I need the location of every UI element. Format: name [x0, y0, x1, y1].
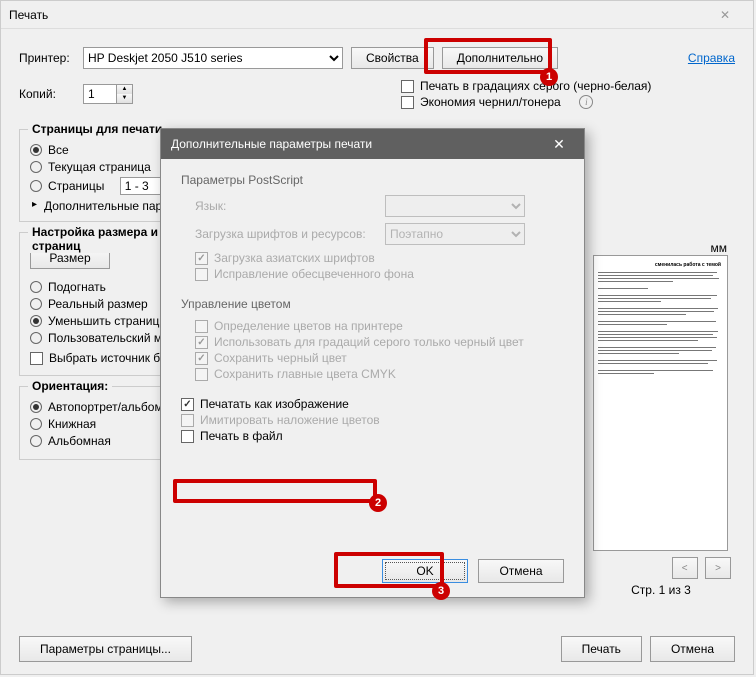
sub-close-icon[interactable]: ✕ [544, 136, 574, 153]
page-setup-button[interactable]: Параметры страницы... [19, 636, 192, 662]
preview-heading: сменилась работа с темой [598, 260, 723, 270]
sub-cancel-button[interactable]: Отмена [478, 559, 564, 583]
fontload-label: Загрузка шрифтов и ресурсов: [195, 227, 375, 241]
asian-checkbox [195, 252, 208, 265]
inksave-label: Экономия чернил/тонера [420, 95, 561, 109]
spinner-up-icon[interactable]: ▲ [117, 85, 132, 94]
pages-all-radio[interactable] [30, 144, 42, 156]
fit-radio[interactable] [30, 281, 42, 293]
titlebar: Печать ✕ [1, 1, 753, 29]
preview-page: сменилась работа с темой [593, 255, 728, 551]
c4-checkbox [195, 368, 208, 381]
spinner-down-icon[interactable]: ▼ [117, 94, 132, 103]
lang-label: Язык: [195, 199, 375, 213]
c1-checkbox [195, 320, 208, 333]
grayscale-checkbox[interactable] [401, 80, 414, 93]
preview-area: мм сменилась работа с темой < > Стр. 1 и… [591, 241, 731, 597]
properties-button[interactable]: Свойства [351, 47, 434, 69]
color-group: Управление цветом [181, 297, 564, 311]
pages-current-radio[interactable] [30, 161, 42, 173]
advanced-print-dialog: Дополнительные параметры печати ✕ Параме… [160, 128, 585, 598]
real-radio[interactable] [30, 298, 42, 310]
lang-select [385, 195, 525, 217]
orient-landscape-radio[interactable] [30, 435, 42, 447]
grayscale-label: Печать в градациях серого (черно-белая) [420, 79, 651, 93]
close-icon[interactable]: ✕ [705, 1, 745, 29]
help-link[interactable]: Справка [688, 51, 735, 65]
c2-checkbox [195, 336, 208, 349]
custom-radio[interactable] [30, 332, 42, 344]
print-button[interactable]: Печать [561, 636, 642, 662]
copies-spinner[interactable]: ▲▼ [83, 84, 133, 104]
orient-portrait-radio[interactable] [30, 418, 42, 430]
bgfix-checkbox [195, 268, 208, 281]
overlay-checkbox [181, 414, 194, 427]
preview-prev-button[interactable]: < [672, 557, 698, 579]
sub-ok-button[interactable]: OK [382, 559, 468, 583]
pages-range-input[interactable] [120, 177, 164, 195]
printer-select[interactable]: HP Deskjet 2050 J510 series [83, 47, 343, 69]
preview-status: Стр. 1 из 3 [591, 583, 731, 597]
sub-title: Дополнительные параметры печати [171, 137, 372, 151]
print-to-file-checkbox[interactable] [181, 430, 194, 443]
c3-checkbox [195, 352, 208, 365]
pages-legend: Страницы для печати [28, 122, 166, 136]
cancel-button[interactable]: Отмена [650, 636, 735, 662]
advanced-button[interactable]: Дополнительно [442, 47, 558, 69]
printer-label: Принтер: [19, 51, 75, 65]
sub-titlebar: Дополнительные параметры печати ✕ [161, 129, 584, 159]
inksave-checkbox[interactable] [401, 96, 414, 109]
preview-unit: мм [711, 241, 728, 255]
source-checkbox[interactable] [30, 352, 43, 365]
copies-input[interactable] [84, 85, 116, 103]
info-icon[interactable]: i [579, 95, 593, 109]
window-title: Печать [9, 8, 705, 22]
copies-label: Копий: [19, 87, 75, 101]
footer: Параметры страницы... Печать Отмена [1, 624, 753, 674]
shrink-radio[interactable] [30, 315, 42, 327]
preview-next-button[interactable]: > [705, 557, 731, 579]
print-as-image-checkbox[interactable] [181, 398, 194, 411]
postscript-group: Параметры PostScript [181, 173, 564, 187]
orient-auto-radio[interactable] [30, 401, 42, 413]
pages-range-radio[interactable] [30, 180, 42, 192]
print-as-image-label: Печатать как изображение [200, 397, 349, 411]
orientation-legend: Ориентация: [28, 379, 112, 393]
fontload-select: Поэтапно [385, 223, 525, 245]
